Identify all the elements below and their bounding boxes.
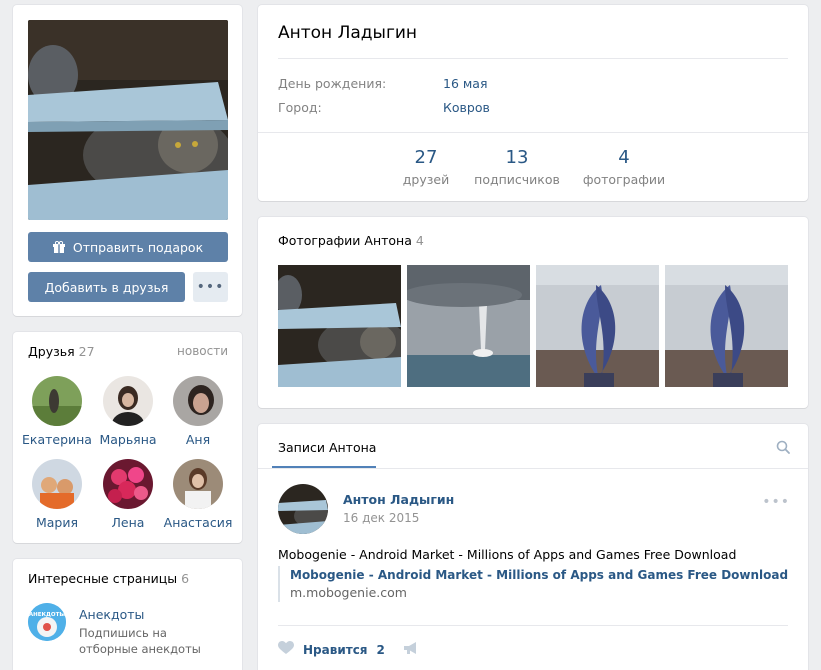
stat-count: 27 xyxy=(414,147,438,168)
stat-followers[interactable]: 13 подписчиков xyxy=(467,147,567,187)
post-more-icon[interactable]: ••• xyxy=(762,494,790,510)
post-text: Mobogenie - Android Market - Millions of… xyxy=(278,547,737,562)
friend-item[interactable]: Екатерина xyxy=(20,376,94,447)
send-gift-button[interactable]: Отправить подарок xyxy=(28,232,228,262)
friend-avatar xyxy=(103,376,153,426)
stat-count: 13 xyxy=(505,147,529,168)
pages-title: Интересные страницы xyxy=(28,571,178,586)
friend-item[interactable]: Мария xyxy=(20,459,94,530)
friend-name: Лена xyxy=(111,515,145,530)
page-avatar-text: АНЕКДОТЫ xyxy=(29,612,65,618)
friend-avatar xyxy=(32,459,82,509)
friends-block: Друзья 27 новости Екатерина Марьяна Аня М… xyxy=(13,332,242,543)
divider xyxy=(278,58,788,59)
divider xyxy=(278,625,788,626)
friend-avatar xyxy=(32,376,82,426)
friend-item[interactable]: Марьяна xyxy=(91,376,165,447)
friend-name: Анастасия xyxy=(163,515,233,530)
stat-photos[interactable]: 4 фотографии xyxy=(574,147,674,187)
photo-thumbnail[interactable] xyxy=(536,265,659,387)
friend-avatar xyxy=(103,459,153,509)
like-button[interactable]: Нравится 2 xyxy=(278,641,419,658)
divider xyxy=(258,132,808,133)
profile-avatar[interactable] xyxy=(28,20,228,220)
avatar-card: Отправить подарок Добавить в друзья ••• xyxy=(13,5,242,316)
stat-friends[interactable]: 27 друзей xyxy=(376,147,476,187)
stat-count: 4 xyxy=(618,147,630,168)
search-icon[interactable] xyxy=(776,440,790,454)
friend-name: Мария xyxy=(35,515,79,530)
friend-item[interactable]: Аня xyxy=(161,376,235,447)
page-avatar[interactable]: АНЕКДОТЫ xyxy=(28,603,66,641)
link-domain: m.mobogenie.com xyxy=(290,585,407,600)
profile-name: Антон Ладыгин xyxy=(278,23,418,43)
interesting-pages-block: Интересные страницы 6 АНЕКДОТЫ Анекдоты П… xyxy=(13,559,242,670)
send-gift-label: Отправить подарок xyxy=(72,239,204,255)
like-count: 2 xyxy=(376,642,385,657)
city-label: Город: xyxy=(278,100,322,115)
gift-icon xyxy=(52,240,65,253)
friend-avatar xyxy=(173,376,223,426)
friend-item[interactable]: Лена xyxy=(91,459,165,530)
friend-name: Марьяна xyxy=(99,432,157,447)
divider xyxy=(258,468,808,469)
photos-count: 4 xyxy=(415,233,424,248)
photos-title: Фотографии Антона xyxy=(278,233,412,248)
city-value[interactable]: Ковров xyxy=(443,100,490,115)
stat-label: фотографии xyxy=(582,172,666,187)
pages-count: 6 xyxy=(181,571,190,586)
friends-news-link[interactable]: новости xyxy=(177,344,228,358)
more-actions-button[interactable]: ••• xyxy=(193,272,228,302)
friend-avatar xyxy=(173,459,223,509)
friends-count: 27 xyxy=(78,344,95,359)
post-link-snippet[interactable]: Mobogenie - Android Market - Millions of… xyxy=(278,566,788,602)
page-name[interactable]: Анекдоты xyxy=(79,607,144,622)
photo-thumbnail[interactable] xyxy=(278,265,401,387)
wall-tab[interactable]: Записи Антона xyxy=(278,440,376,455)
birthday-label: День рождения: xyxy=(278,76,387,91)
photos-block: Фотографии Антона 4 xyxy=(258,217,808,408)
post-author-name[interactable]: Антон Ладыгин xyxy=(343,492,454,507)
photos-header[interactable]: Фотографии Антона 4 xyxy=(278,233,424,248)
photo-thumbnail[interactable] xyxy=(407,265,530,387)
stat-label: друзей xyxy=(402,172,450,187)
add-friend-button[interactable]: Добавить в друзья xyxy=(28,272,185,302)
link-title[interactable]: Mobogenie - Android Market - Millions of… xyxy=(290,566,788,584)
post-author-avatar[interactable] xyxy=(278,484,328,534)
friends-header[interactable]: Друзья 27 xyxy=(28,344,95,359)
wall-block: Записи Антона Антон Ладыгин 16 дек 2015 … xyxy=(258,424,808,670)
friend-item[interactable]: Анастасия xyxy=(161,459,235,530)
friend-name: Аня xyxy=(185,432,211,447)
post-date[interactable]: 16 дек 2015 xyxy=(343,511,419,525)
friends-title: Друзья xyxy=(28,344,75,359)
megaphone-icon[interactable] xyxy=(403,641,419,658)
page-description: Подпишись на отборные анекдоты xyxy=(79,626,201,656)
birthday-value[interactable]: 16 мая xyxy=(443,76,488,91)
stat-label: подписчиков xyxy=(474,172,560,187)
profile-info-card: Антон Ладыгин День рождения: 16 мая Горо… xyxy=(258,5,808,201)
friend-name: Екатерина xyxy=(22,432,92,447)
photo-thumbnail[interactable] xyxy=(665,265,788,387)
pages-header[interactable]: Интересные страницы 6 xyxy=(28,571,189,586)
like-label: Нравится xyxy=(303,642,368,657)
heart-icon xyxy=(278,641,294,658)
